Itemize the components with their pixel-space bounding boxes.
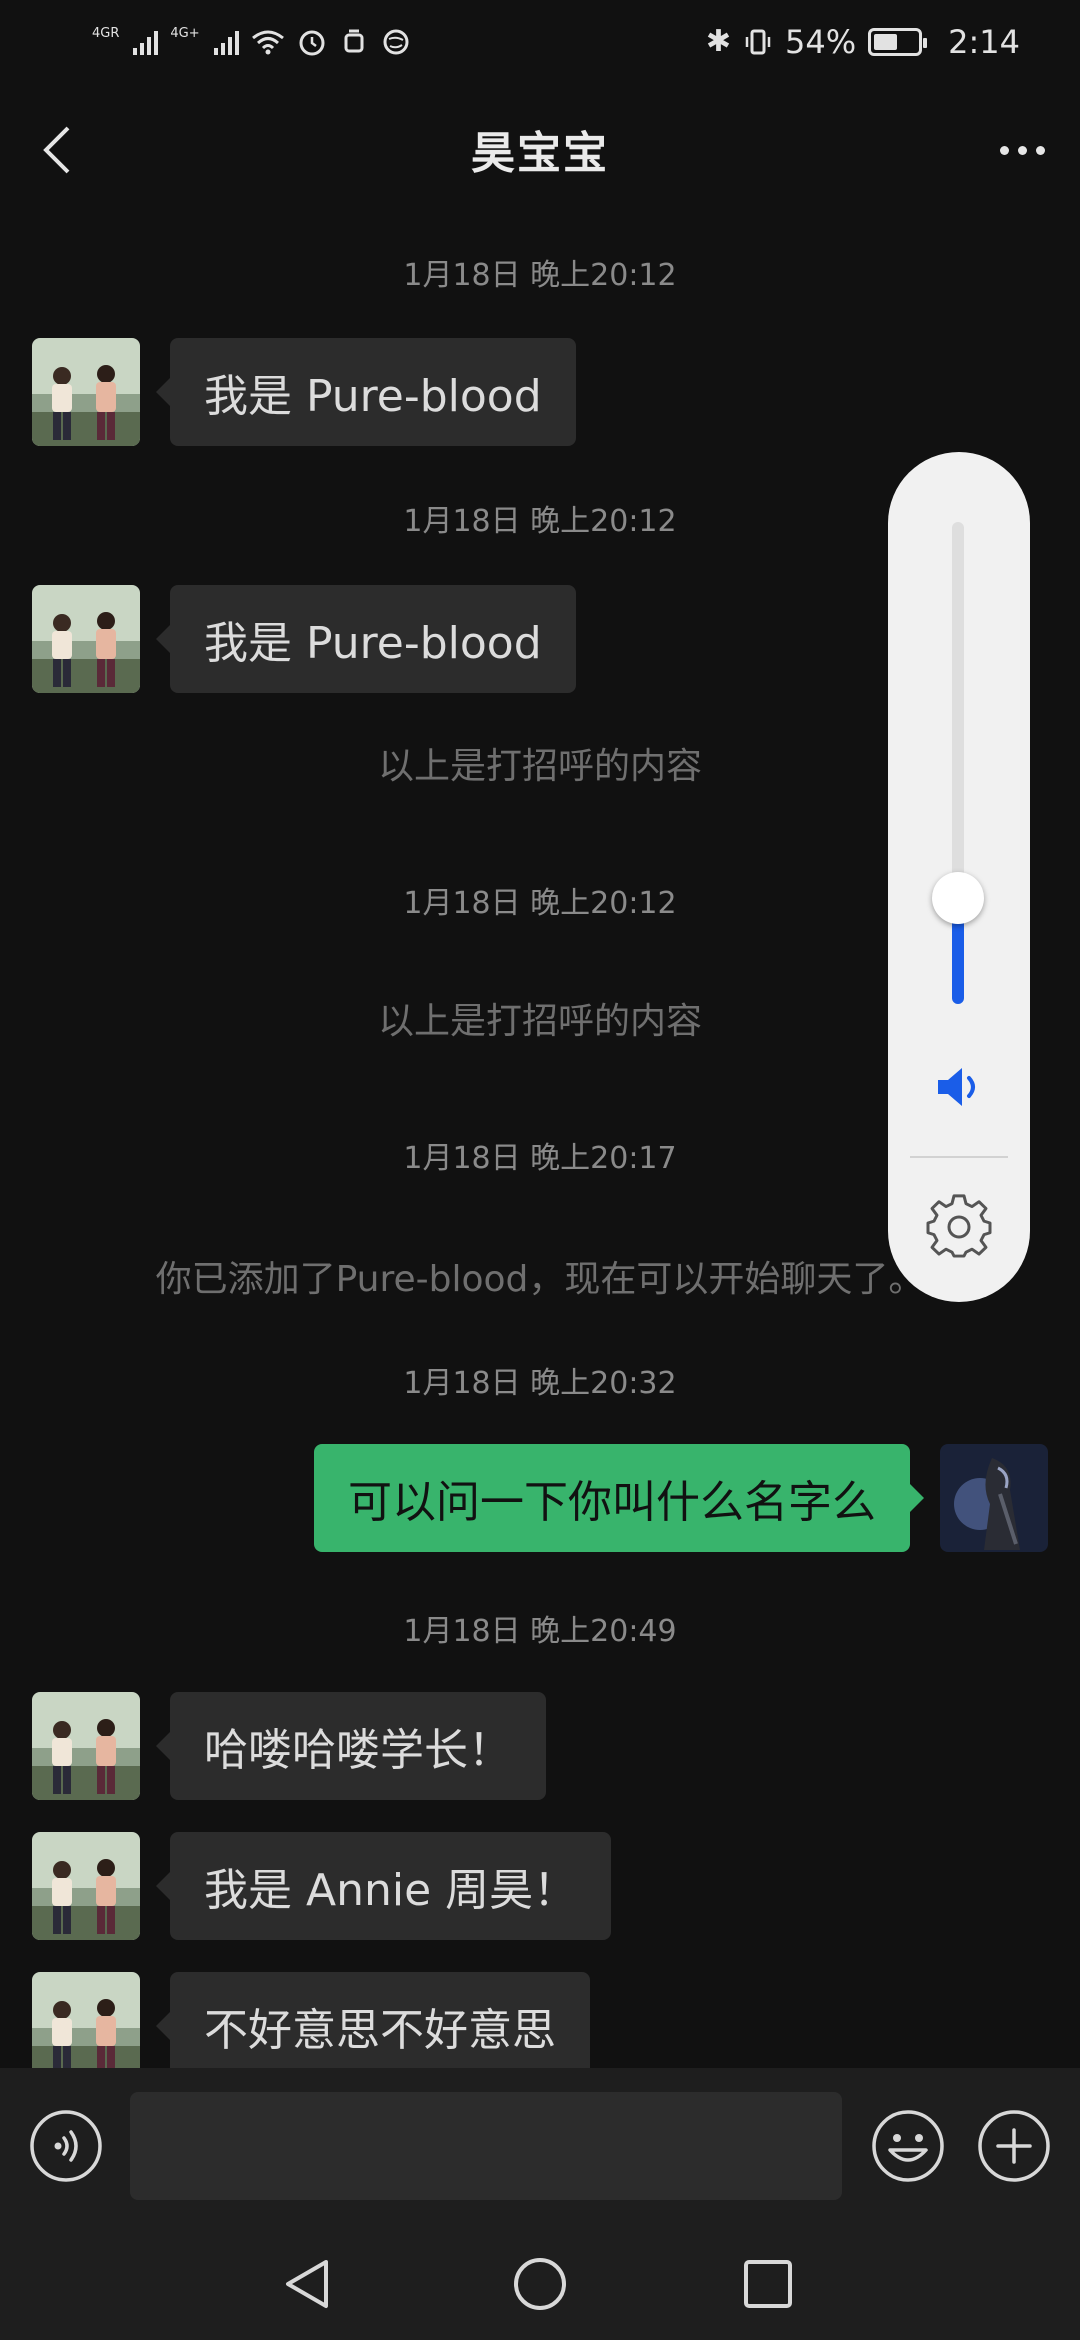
emoji-icon[interactable] — [870, 2108, 946, 2184]
incoming-message-bubble[interactable]: 哈喽哈喽学长！ — [156, 1692, 546, 1800]
nav-back-icon[interactable] — [276, 2252, 340, 2316]
network-2-label: 4G+ — [170, 26, 200, 41]
message-input[interactable] — [130, 2092, 842, 2200]
my-avatar[interactable] — [940, 1444, 1048, 1552]
volume-knob[interactable] — [932, 872, 984, 924]
incoming-message-bubble[interactable]: 我是 Pure-blood — [156, 585, 576, 693]
incoming-message-bubble[interactable]: 不好意思不好意思 — [156, 1972, 590, 2080]
nav-recents-icon[interactable] — [736, 2252, 800, 2316]
timestamp: 1月18日 晚上20:49 — [403, 1614, 677, 1649]
incoming-message-bubble[interactable]: 我是 Annie 周昊！ — [155, 1832, 612, 1940]
gear-icon[interactable] — [926, 1194, 992, 1260]
volume-slider[interactable] — [932, 522, 984, 1004]
message-row: 我是 Annie 周昊！ — [0, 1832, 1080, 1942]
contact-avatar[interactable] — [32, 1692, 140, 1800]
location-icon — [383, 29, 409, 55]
message-row: 哈喽哈喽学长！ — [0, 1692, 1080, 1802]
battery-icon — [868, 28, 928, 56]
network-1-label: 4GR — [92, 26, 120, 41]
plus-icon[interactable] — [976, 2108, 1052, 2184]
voice-icon[interactable] — [28, 2108, 104, 2184]
wifi-icon — [251, 30, 284, 55]
battery-percent: 54% — [785, 23, 857, 61]
notification-icon — [344, 29, 364, 53]
more-dots-icon — [999, 145, 1009, 155]
timestamp: 1月18日 晚上20:12 — [403, 258, 677, 293]
more-options-button[interactable] — [992, 128, 1052, 172]
input-bar — [0, 2068, 1080, 2226]
chat-header: 昊宝宝 — [0, 84, 1080, 214]
outgoing-message-bubble[interactable]: 可以问一下你叫什么名字么 — [314, 1444, 924, 1552]
nav-home-icon[interactable] — [508, 2252, 572, 2316]
contact-avatar[interactable] — [32, 1972, 140, 2080]
contact-avatar[interactable] — [32, 585, 140, 693]
bluetooth-icon: ✱ — [705, 24, 732, 59]
clock: 2:14 — [948, 23, 1020, 61]
message-row: 不好意思不好意思 — [0, 1972, 1080, 2082]
signal-2-icon — [213, 29, 239, 55]
contact-avatar[interactable] — [32, 1832, 140, 1940]
incoming-message-bubble[interactable]: 我是 Pure-blood — [156, 338, 576, 446]
volume-panel — [888, 452, 1030, 1302]
status-right: ✱ 54% 2:14 — [706, 23, 1020, 61]
message-row: 可以问一下你叫什么名字么 — [0, 1444, 1080, 1554]
speaker-icon[interactable] — [932, 1060, 986, 1114]
status-left: 4GR 4G+ — [92, 27, 411, 57]
system-nav-bar — [0, 2226, 1080, 2340]
chevron-left-icon — [43, 126, 70, 174]
status-bar: 4GR 4G+ ✱ 54% 2:14 — [0, 0, 1080, 84]
back-button[interactable] — [32, 122, 82, 178]
chat-title: 昊宝宝 — [471, 128, 609, 179]
alarm-icon — [299, 30, 325, 56]
vibrate-icon — [745, 29, 771, 55]
contact-avatar[interactable] — [32, 338, 140, 446]
timestamp: 1月18日 晚上20:32 — [403, 1366, 677, 1401]
volume-divider — [910, 1156, 1008, 1158]
signal-1-icon — [133, 29, 159, 55]
message-row: 我是 Pure-blood — [0, 338, 1080, 448]
